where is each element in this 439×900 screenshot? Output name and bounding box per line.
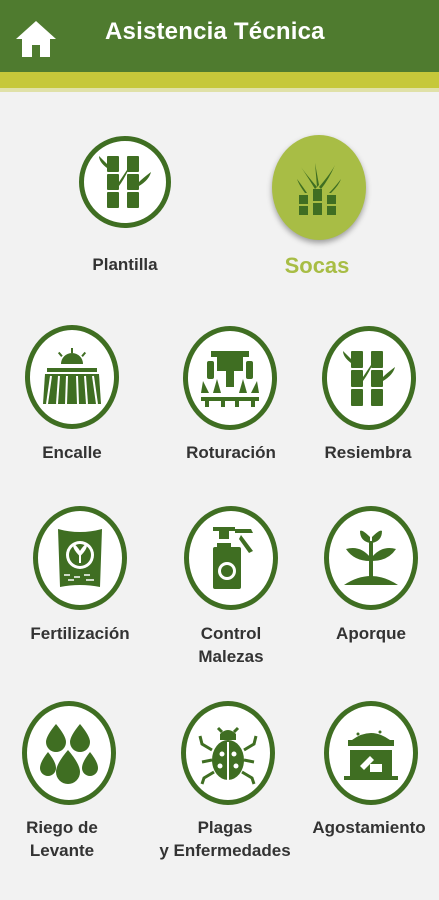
- plantilla-label[interactable]: Plantilla: [45, 253, 205, 276]
- fertilizacion-circle[interactable]: [33, 506, 127, 610]
- page-title: Asistencia Técnica: [105, 18, 325, 45]
- aporque-circle[interactable]: [324, 506, 418, 610]
- resiembra-circle[interactable]: [322, 326, 416, 430]
- agostamiento-circle[interactable]: [324, 701, 418, 805]
- plagas-label[interactable]: Plagas y Enfermedades: [145, 816, 305, 862]
- water-drops-icon: [38, 720, 100, 786]
- fertilizacion-label[interactable]: Fertilización: [0, 622, 160, 645]
- control-malezas-label-line2: Malezas: [198, 647, 264, 666]
- sprout-cane-icon: [291, 157, 347, 219]
- home-button[interactable]: [12, 16, 60, 62]
- roturacion-label[interactable]: Roturación: [151, 441, 311, 464]
- app-header: Asistencia Técnica: [0, 0, 439, 72]
- riego-label-line2: Levante: [29, 841, 95, 860]
- control-malezas-circle[interactable]: [184, 506, 278, 610]
- tractor-icon: [199, 347, 261, 409]
- header-accent-stripe: [0, 72, 439, 92]
- mortar-icon: [340, 722, 402, 784]
- plagas-label-line2: y Enfermedades: [159, 841, 291, 860]
- fertilizer-bag-icon: [54, 525, 106, 591]
- beetle-icon: [198, 720, 258, 786]
- control-malezas-label-line1: Control: [200, 624, 262, 643]
- field-rows-icon: [41, 346, 103, 408]
- encalle-circle[interactable]: [25, 325, 119, 429]
- encalle-label[interactable]: Encalle: [0, 441, 152, 464]
- plagas-label-line1: Plagas: [197, 818, 253, 837]
- control-malezas-label[interactable]: Control Malezas: [151, 622, 311, 668]
- plantilla-circle[interactable]: [79, 136, 171, 228]
- resiembra-label[interactable]: Resiembra: [288, 441, 439, 464]
- aporque-label[interactable]: Aporque: [291, 622, 439, 645]
- sugarcane-icon: [97, 152, 153, 212]
- riego-label-line1: Riego de: [26, 818, 98, 837]
- home-icon: [14, 19, 58, 59]
- socas-circle[interactable]: [272, 135, 366, 240]
- plant-mound-icon: [340, 527, 402, 589]
- riego-label[interactable]: Riego de Levante: [0, 816, 142, 862]
- sugarcane-icon: [341, 347, 397, 409]
- sprayer-icon: [205, 525, 257, 591]
- socas-label[interactable]: Socas: [237, 254, 397, 277]
- riego-circle[interactable]: [22, 701, 116, 805]
- agostamiento-label[interactable]: Agostamiento: [289, 816, 439, 839]
- roturacion-circle[interactable]: [183, 326, 277, 430]
- plagas-circle[interactable]: [181, 701, 275, 805]
